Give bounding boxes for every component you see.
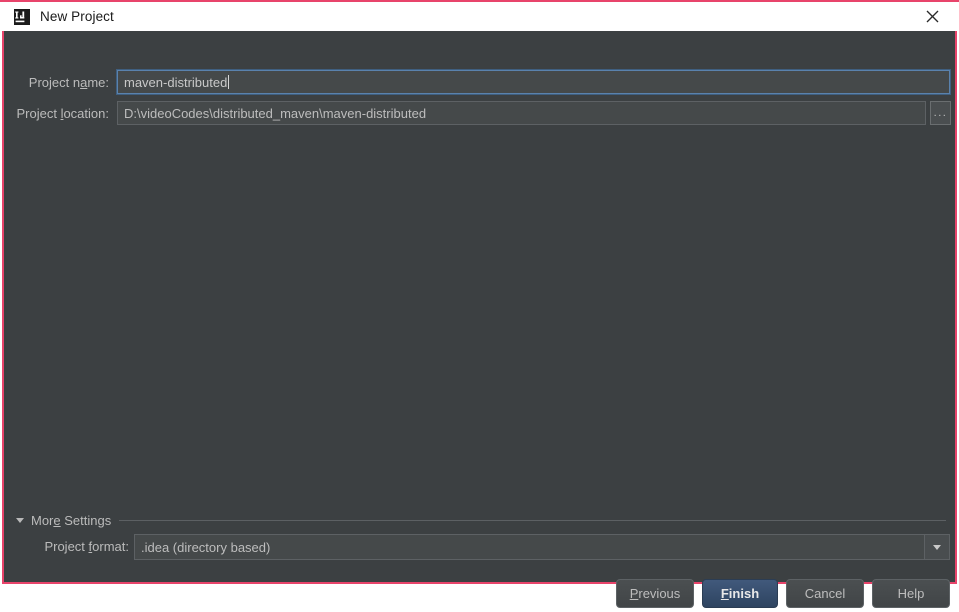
section-separator — [119, 519, 946, 521]
more-settings-label-mnemonic: e — [53, 512, 61, 528]
intellij-idea-logo-icon — [14, 8, 30, 25]
project-format-combobox[interactable]: .idea (directory based) — [134, 534, 950, 560]
more-settings-label-post: Settings — [60, 512, 112, 528]
project-name-label-post: me: — [87, 74, 109, 90]
dialog-body: Project name: maven-distributed Project … — [4, 31, 955, 608]
title-bar: New Project — [0, 0, 959, 31]
previous-button-label: revious — [638, 586, 681, 601]
finish-button-label: inish — [728, 586, 760, 601]
cancel-button-label: Cancel — [804, 586, 846, 601]
project-format-label-post: ormat: — [92, 538, 129, 554]
chevron-down-icon[interactable] — [16, 517, 24, 523]
more-settings-section-header[interactable]: More Settings — [16, 509, 946, 531]
project-name-label-pre: Project n — [28, 74, 81, 90]
help-button[interactable]: Help — [872, 579, 950, 608]
help-button-label: Help — [897, 586, 925, 601]
project-format-label: Project format: — [18, 534, 129, 558]
project-format-value: .idea (directory based) — [141, 539, 271, 555]
previous-button[interactable]: Previous — [616, 579, 694, 608]
finish-button-mnemonic: F — [720, 586, 729, 601]
window-title: New Project — [40, 9, 114, 24]
text-caret — [228, 75, 230, 89]
project-format-label-pre: Project — [44, 538, 89, 554]
project-name-value: maven-distributed — [124, 74, 228, 90]
chevron-down-icon[interactable] — [924, 535, 949, 559]
more-settings-label-pre: Mor — [31, 512, 54, 528]
project-location-label-pre: Project — [16, 105, 61, 121]
more-settings-label: More Settings — [31, 513, 111, 528]
ellipsis-browse-icon[interactable]: ... — [930, 101, 951, 125]
dialog-button-bar: Previous Finish Cancel Help — [4, 579, 955, 612]
project-location-value: D:\videoCodes\distributed_maven\maven-di… — [124, 105, 427, 121]
finish-button[interactable]: Finish — [702, 579, 778, 608]
cancel-button[interactable]: Cancel — [786, 579, 864, 608]
project-location-label-post: ocation: — [63, 105, 109, 121]
project-location-input[interactable]: D:\videoCodes\distributed_maven\maven-di… — [117, 101, 926, 125]
project-name-label: Project name: — [23, 70, 109, 94]
close-icon[interactable] — [919, 4, 945, 30]
project-location-label: Project location: — [14, 101, 109, 125]
project-name-input[interactable]: maven-distributed — [116, 69, 951, 95]
